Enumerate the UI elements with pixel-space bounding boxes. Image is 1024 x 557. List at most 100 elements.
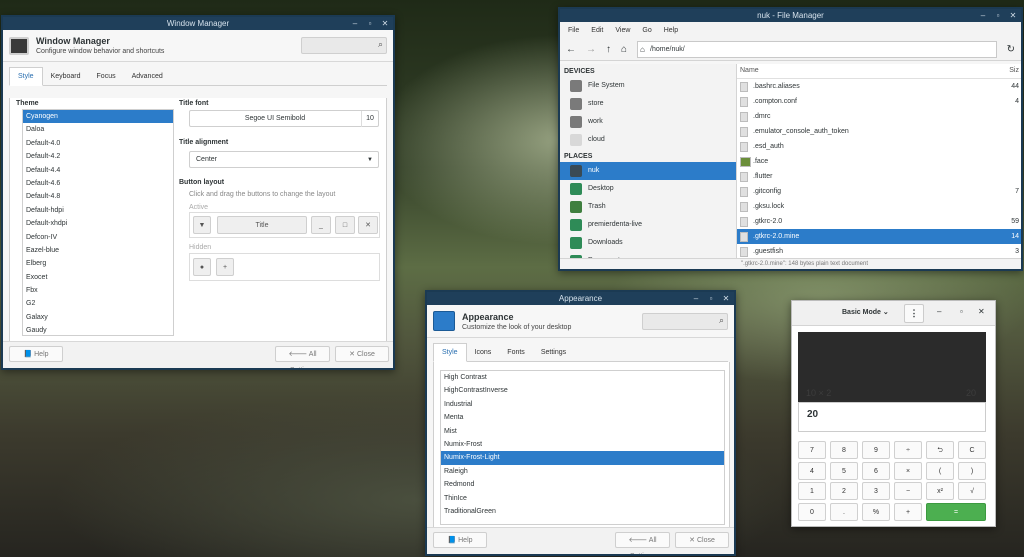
theme-list-item[interactable]: Eazel-blue [23, 244, 173, 257]
close-icon[interactable]: ✕ [1009, 9, 1017, 22]
title-alignment-select[interactable]: Center ▼ [189, 151, 379, 168]
multiply-key[interactable]: × [894, 461, 922, 480]
tab-icons[interactable]: Icons [467, 344, 500, 361]
key-3[interactable]: 3 [862, 482, 890, 500]
sidebar-item-place[interactable]: Trash [560, 198, 736, 216]
tab-style[interactable]: Style [433, 343, 467, 362]
key-1[interactable]: 1 [798, 482, 826, 500]
minimize-button[interactable]: – [692, 292, 700, 305]
theme-list-item[interactable]: Default-4.8 [23, 190, 173, 203]
minimize-button[interactable]: – [937, 307, 941, 316]
undo-icon[interactable]: ⮌ [926, 441, 954, 459]
tab-settings[interactable]: Settings [533, 344, 574, 361]
help-button[interactable]: 📘 Help [433, 532, 487, 548]
key-2[interactable]: 2 [830, 482, 858, 500]
file-row[interactable]: .gtkrc-2.0.mine 14 [737, 229, 1021, 244]
subtract-key[interactable]: − [894, 482, 922, 500]
key-9[interactable]: 9 [862, 441, 890, 459]
theme-list-item[interactable]: Numix-Frost [441, 438, 724, 451]
open-paren-key[interactable]: ( [926, 461, 954, 480]
theme-list-item[interactable]: G2 [23, 297, 173, 310]
active-title-button[interactable]: Title [217, 216, 307, 234]
file-row[interactable]: .emulator_console_auth_token [737, 124, 1021, 139]
search-input[interactable]: ⌕ [301, 37, 387, 54]
sqrt-key[interactable]: √ [958, 482, 986, 500]
hidden-stick-button[interactable]: ● [193, 258, 211, 276]
theme-list-item[interactable]: Default-xhdpi [23, 217, 173, 230]
file-row[interactable]: .gtkrc-2.0 59 [737, 214, 1021, 229]
theme-list-item[interactable]: Default-4.0 [23, 137, 173, 150]
key-5[interactable]: 5 [830, 461, 858, 480]
decimal-key[interactable]: . [830, 502, 858, 521]
search-input[interactable]: ⌕ [642, 312, 728, 330]
theme-list-item[interactable]: Redmond [441, 478, 724, 491]
menu-view[interactable]: View [615, 22, 630, 39]
divide-key[interactable]: ÷ [894, 441, 922, 459]
appearance-titlebar[interactable]: Appearance – ▫ ✕ [427, 292, 734, 305]
theme-list-item[interactable]: Default-hdpi [23, 204, 173, 217]
sidebar-item-device[interactable]: cloud [560, 131, 736, 149]
square-key[interactable]: x² [926, 482, 954, 500]
help-button[interactable]: 📘 Help [9, 346, 63, 362]
tab-advanced[interactable]: Advanced [124, 68, 171, 85]
tab-style[interactable]: Style [9, 67, 43, 86]
file-row[interactable]: .compton.conf 4 [737, 94, 1021, 109]
clear-key[interactable]: C [958, 441, 986, 459]
file-row[interactable]: .gksu.lock [737, 199, 1021, 214]
minimize-button[interactable]: – [351, 17, 359, 30]
home-icon[interactable]: ⌂ [621, 44, 627, 55]
menu-file[interactable]: File [568, 22, 579, 39]
active-close-button[interactable]: ✕ [358, 216, 378, 234]
minimize-button[interactable]: – [979, 9, 987, 22]
reload-icon[interactable]: ↻ [1007, 44, 1015, 55]
hidden-shade-button[interactable]: + [216, 258, 234, 276]
menu-go[interactable]: Go [642, 22, 651, 39]
mode-selector[interactable]: Basic Mode ⌄ [842, 308, 889, 316]
file-row[interactable]: .esd_auth [737, 139, 1021, 154]
sidebar-item-place[interactable]: nuk [560, 162, 736, 180]
theme-list-item[interactable]: Gaudy [23, 324, 173, 335]
theme-list-item[interactable]: Raleigh [441, 465, 724, 478]
theme-list-item[interactable]: Default-4.4 [23, 164, 173, 177]
menu-edit[interactable]: Edit [591, 22, 603, 39]
key-0[interactable]: 0 [798, 502, 826, 521]
close-button[interactable]: ✕ Close [675, 532, 729, 548]
calculator-entry[interactable]: 20 [798, 402, 986, 432]
theme-list-item[interactable]: Mist [441, 425, 724, 438]
menu-help[interactable]: Help [664, 22, 678, 39]
file-row[interactable]: .gitconfig 7 [737, 184, 1021, 199]
calculator-headerbar[interactable]: Basic Mode ⌄ ⋮ – ▫ ✕ [792, 301, 995, 326]
equals-key[interactable]: = [926, 502, 986, 521]
active-maximize-button[interactable]: □ [335, 216, 355, 234]
active-minimize-button[interactable]: _ [311, 216, 331, 234]
sidebar-item-device[interactable]: work [560, 113, 736, 131]
add-key[interactable]: + [894, 502, 922, 521]
theme-list-item[interactable]: High Contrast [441, 371, 724, 384]
forward-arrow-icon[interactable]: → [586, 44, 596, 55]
all-settings-button[interactable]: 🡐 All Settings [275, 346, 330, 368]
theme-list[interactable]: Cyanogen Daloa Default-4.0 Default-4.2 Defau… [22, 109, 174, 336]
theme-list-item[interactable]: HighContrastInverse [441, 384, 724, 397]
theme-list-item[interactable]: Fbx [23, 284, 173, 297]
theme-list-item[interactable]: Default-4.6 [23, 177, 173, 190]
theme-list-item[interactable]: Default-4.2 [23, 150, 173, 163]
key-4[interactable]: 4 [798, 461, 826, 480]
maximize-button[interactable]: ▫ [960, 307, 963, 316]
theme-list-item[interactable]: TraditionalGreen [441, 505, 724, 518]
key-7[interactable]: 7 [798, 441, 826, 459]
file-row[interactable]: .flutter [737, 169, 1021, 184]
tab-fonts[interactable]: Fonts [499, 344, 533, 361]
theme-list-item[interactable]: Numix-Frost-Light [441, 451, 724, 465]
maximize-button[interactable]: ▫ [994, 9, 1002, 22]
sidebar-item-place[interactable]: Desktop [560, 180, 736, 198]
key-6[interactable]: 6 [862, 461, 890, 480]
arrow-down-icon[interactable]: ▼ [193, 216, 211, 234]
theme-list-item[interactable]: Cyanogen [23, 110, 173, 124]
close-icon[interactable]: ✕ [978, 307, 985, 316]
maximize-button[interactable]: ▫ [366, 17, 374, 30]
close-icon[interactable]: ✕ [722, 292, 730, 305]
sidebar-item-place[interactable]: Downloads [560, 234, 736, 252]
column-header[interactable]: Name Siz [737, 64, 1021, 79]
file-manager-titlebar[interactable]: nuk - File Manager – ▫ ✕ [560, 9, 1021, 22]
back-arrow-icon[interactable]: ← [566, 44, 576, 55]
